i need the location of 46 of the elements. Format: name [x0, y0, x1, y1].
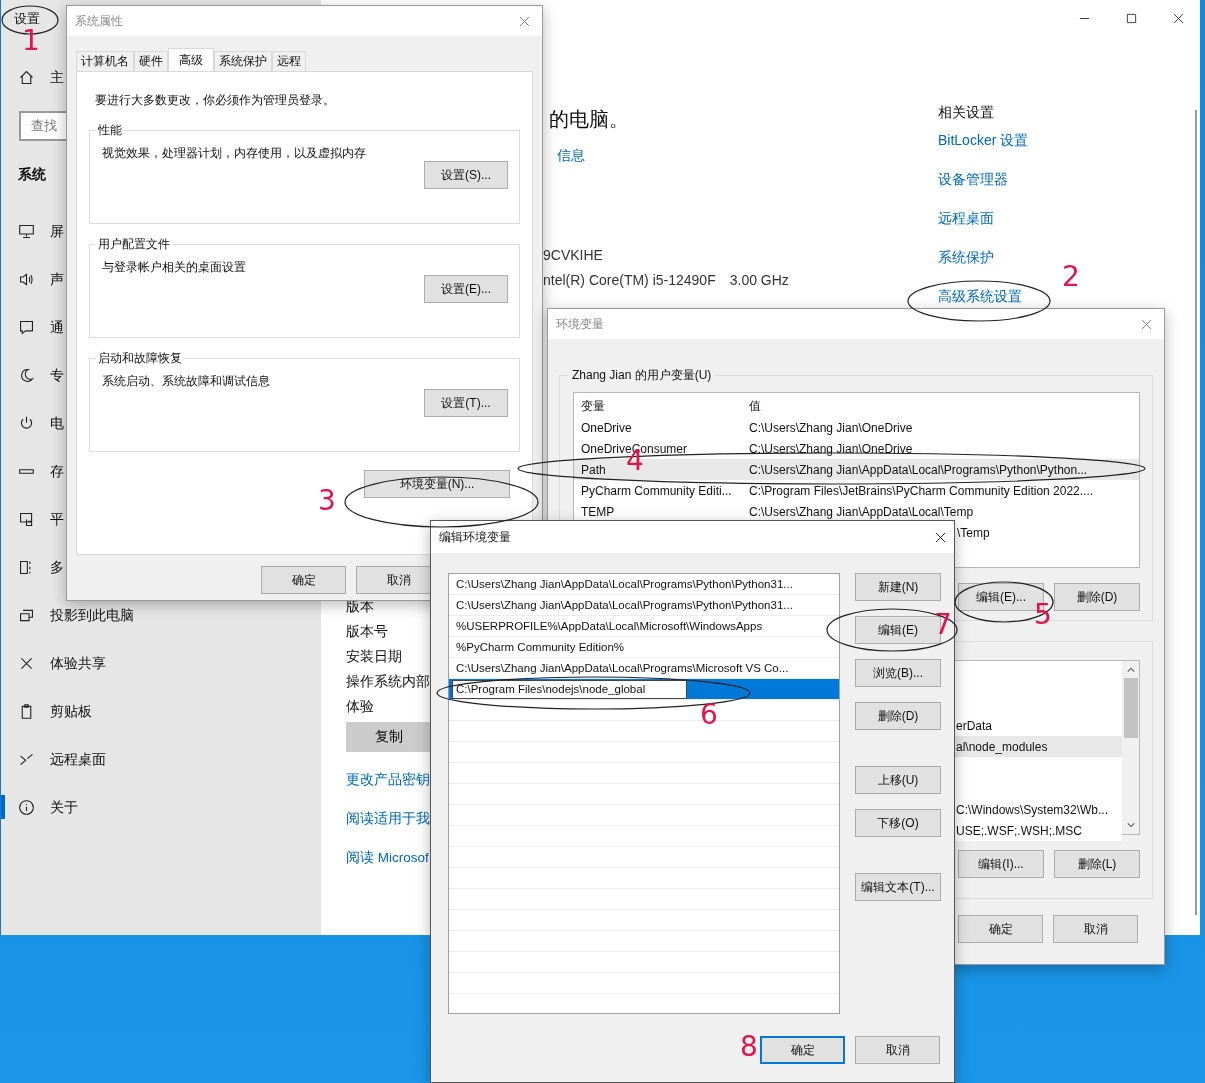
path-entry: %USERPROFILE%\AppData\Local\Microsoft\WindowsApps [455, 620, 763, 632]
variable-value: \Temp [956, 525, 990, 540]
variable-value: C:\Users\Zhang Jian\AppData\Local\Temp [748, 504, 974, 519]
group-description: 视觉效果，处理器计划，内存使用，以及虚拟内存 [102, 145, 367, 161]
dialog-title: 编辑环境变量 [439, 528, 511, 546]
notice-text: 要进行大多数更改，你必须作为管理员登录。 [95, 92, 336, 108]
variable-value: C:\Windows\System32\Wb... [956, 802, 1109, 817]
dialog-title: 系统属性 [75, 12, 123, 30]
page-heading: 的电脑。 [549, 107, 629, 132]
group-description: 与登录帐户相关的桌面设置 [102, 259, 247, 275]
variable-name: OneDrive [580, 420, 633, 435]
path-entry: C:\Users\Zhang Jian\AppData\Local\Programs\Python\Python31... [455, 578, 793, 590]
window-title: 设置 [14, 10, 40, 28]
annotation-number: 1 [22, 26, 40, 56]
group-title: 用户配置文件 [97, 236, 171, 253]
variable-value: erData [956, 718, 993, 733]
annotation-number: 6 [700, 700, 718, 730]
spec-label: 操作系统内部 [346, 673, 430, 691]
variable-name: PyCharm Community Editi... [580, 483, 733, 498]
group-title: Zhang Jian 的用户变量(U) [571, 367, 713, 384]
spec-label: 体验 [346, 698, 374, 716]
variable-value: C:\Users\Zhang Jian\AppData\Local\Programs\Python\Python... [748, 462, 1088, 477]
annotation-number: 2 [1062, 262, 1080, 292]
processor-value: ntel(R) Core(TM) i5-12490F [543, 271, 716, 290]
device-id: 9CVKIHE [543, 246, 603, 265]
spec-label: 安装日期 [346, 648, 402, 666]
path-entry: %PyCharm Community Edition% [455, 641, 625, 653]
path-entry: C:\Users\Zhang Jian\AppData\Local\Programs\Microsoft VS Co... [455, 662, 789, 674]
annotation-number: 8 [740, 1032, 758, 1062]
annotation-number: 3 [318, 486, 336, 516]
variable-value: al\node_modules [956, 739, 1048, 754]
group-title: 启动和故障恢复 [97, 350, 183, 367]
variable-value: C:\Users\Zhang Jian\OneDrive [748, 441, 913, 456]
related-heading: 相关设置 [938, 103, 994, 122]
section-heading: 系统 [18, 165, 46, 184]
variable-value: USE;.WSF;.WSH;.MSC [956, 823, 1082, 838]
path-entry: C:\Users\Zhang Jian\AppData\Local\Programs\Python\Python31... [455, 599, 793, 611]
group-title: 性能 [97, 122, 123, 139]
variable-name: TEMP [580, 504, 616, 519]
spec-label: 版本号 [346, 623, 388, 641]
variable-value: C:\Users\Zhang Jian\OneDrive [748, 420, 913, 435]
group-description: 系统启动、系统故障和调试信息 [102, 373, 271, 389]
dialog-title: 环境变量 [556, 315, 604, 333]
variable-name: Path [580, 462, 607, 477]
variable-value: C:\Program Files\JetBrains\PyCharm Community Edition 2022.... [748, 483, 1094, 498]
processor-speed: 3.00 GHz [729, 271, 789, 290]
